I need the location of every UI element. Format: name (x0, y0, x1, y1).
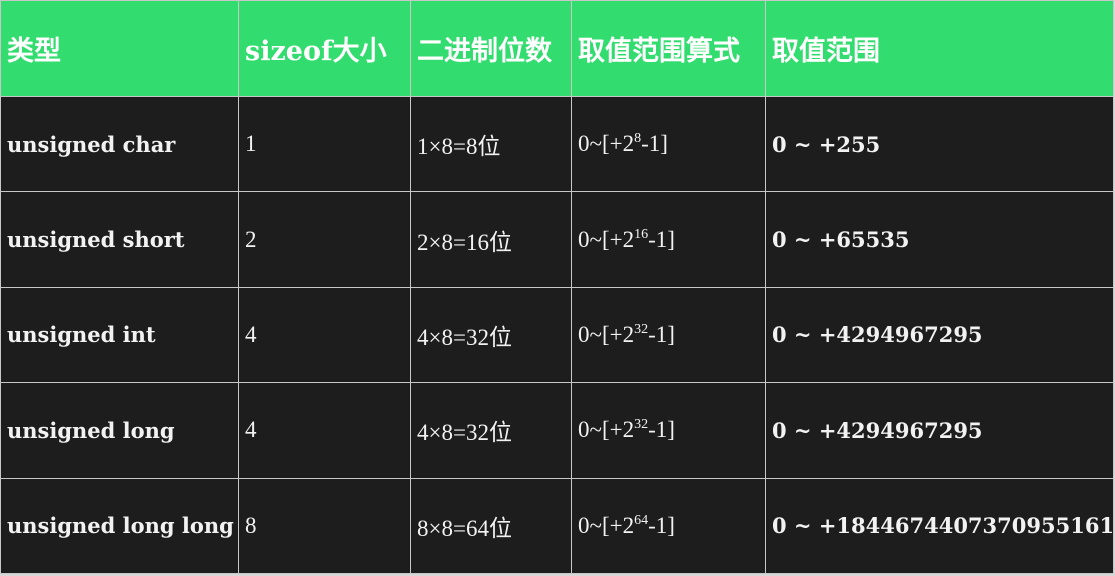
table-row: unsigned long long 8 8×8=64位 0~[+264-1] … (0, 477, 1114, 575)
header-range: 取值范围 (765, 0, 1114, 97)
cell-formula: 0~[+264-1] (571, 477, 766, 575)
cell-size: 1 (238, 95, 411, 193)
header-formula: 取值范围算式 (571, 0, 766, 97)
cell-size: 4 (238, 382, 411, 479)
cell-type: unsigned short (0, 191, 239, 288)
formula-prefix: 0~[+2 (578, 512, 635, 538)
cell-range: 0 ~ +65535 (765, 191, 1114, 288)
table-row: unsigned long 4 4×8=32位 0~[+232-1] 0 ~ +… (0, 382, 1114, 479)
header-bits: 二进制位数 (410, 0, 572, 97)
formula-prefix: 0~[+2 (578, 321, 635, 347)
cell-formula: 0~[+28-1] (571, 95, 766, 193)
header-row: 类型 sizeof大小 二进制位数 取值范围算式 取值范围 (0, 0, 1114, 97)
cell-bits: 1×8=8位 (410, 95, 572, 193)
header-sizeof: sizeof大小 (238, 0, 411, 97)
cell-range: 0 ~ +4294967295 (765, 382, 1114, 479)
header-type: 类型 (0, 0, 239, 97)
cell-bits: 2×8=16位 (410, 191, 572, 288)
cell-type: unsigned long long (0, 477, 239, 575)
cell-bits: 4×8=32位 (410, 286, 572, 384)
cell-bits: 4×8=32位 (410, 382, 572, 479)
formula-suffix: -1] (641, 131, 668, 157)
formula-suffix: -1] (648, 321, 675, 347)
formula-exponent: 64 (634, 512, 649, 528)
cell-range: 0 ~ +18446744073709551615 (765, 477, 1114, 575)
formula-exponent: 16 (634, 226, 649, 242)
cell-size: 4 (238, 286, 411, 384)
cell-formula: 0~[+232-1] (571, 382, 766, 479)
cell-formula: 0~[+232-1] (571, 286, 766, 384)
formula-prefix: 0~[+2 (578, 226, 635, 252)
formula-prefix: 0~[+2 (578, 131, 635, 157)
formula-prefix: 0~[+2 (578, 417, 635, 443)
cell-type: unsigned int (0, 286, 239, 384)
formula-suffix: -1] (648, 417, 675, 443)
cell-size: 2 (238, 191, 411, 288)
cell-range: 0 ~ +255 (765, 95, 1114, 193)
table-row: unsigned char 1 1×8=8位 0~[+28-1] 0 ~ +25… (0, 95, 1114, 193)
formula-suffix: -1] (648, 226, 675, 252)
table-row: unsigned short 2 2×8=16位 0~[+216-1] 0 ~ … (0, 191, 1114, 288)
cell-type: unsigned char (0, 95, 239, 193)
slide-canvas: 类型 sizeof大小 二进制位数 取值范围算式 取值范围 unsigned c… (0, 0, 1115, 576)
table-row: unsigned int 4 4×8=32位 0~[+232-1] 0 ~ +4… (0, 286, 1114, 384)
cell-formula: 0~[+216-1] (571, 191, 766, 288)
cell-size: 8 (238, 477, 411, 575)
cell-range: 0 ~ +4294967295 (765, 286, 1114, 384)
unsigned-types-table: 类型 sizeof大小 二进制位数 取值范围算式 取值范围 unsigned c… (0, 0, 1114, 575)
formula-suffix: -1] (648, 512, 675, 538)
cell-type: unsigned long (0, 382, 239, 479)
formula-exponent: 32 (634, 417, 649, 433)
cell-bits: 8×8=64位 (410, 477, 572, 575)
formula-exponent: 32 (634, 321, 649, 337)
